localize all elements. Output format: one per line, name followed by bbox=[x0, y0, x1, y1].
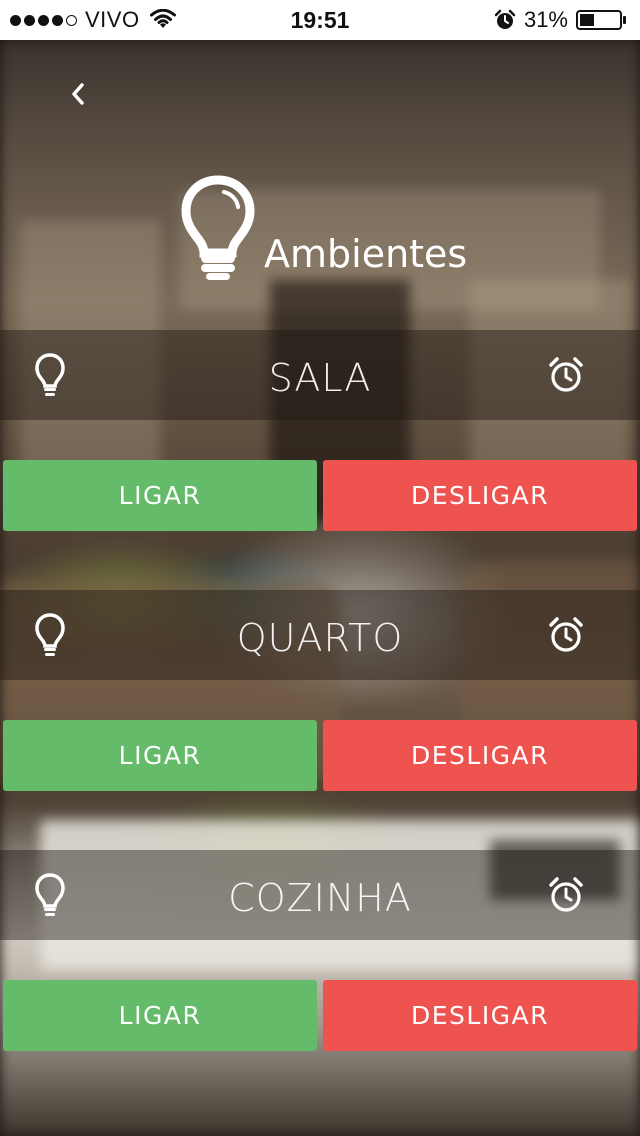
lightbulb-icon bbox=[181, 175, 255, 280]
battery-icon bbox=[576, 10, 626, 30]
back-button[interactable] bbox=[58, 72, 98, 116]
room-name: COZINHA bbox=[228, 876, 412, 920]
room-name: QUARTO bbox=[236, 616, 404, 660]
turn-off-button-quarto[interactable]: DESLIGAR bbox=[323, 720, 637, 791]
alarm-clock-icon[interactable] bbox=[548, 876, 584, 914]
turn-off-button-cozinha[interactable]: DESLIGAR bbox=[323, 980, 637, 1051]
turn-off-button-sala[interactable]: DESLIGAR bbox=[323, 460, 637, 531]
battery-percent: 31% bbox=[523, 7, 568, 32]
turn-on-button-sala[interactable]: LIGAR bbox=[3, 460, 317, 531]
room-row-cozinha: COZINHA bbox=[0, 850, 640, 940]
room-row-sala: SALA bbox=[0, 330, 640, 420]
page-header: Ambientes bbox=[180, 172, 467, 282]
status-bar: VIVO 19:51 31% bbox=[0, 0, 640, 40]
alarm-clock-icon[interactable] bbox=[548, 616, 584, 654]
room-row-quarto: QUARTO bbox=[0, 590, 640, 680]
alarm-status-icon bbox=[494, 9, 516, 29]
turn-on-button-cozinha[interactable]: LIGAR bbox=[3, 980, 317, 1051]
chevron-left-icon bbox=[72, 83, 84, 105]
page-title: Ambientes bbox=[264, 232, 468, 276]
turn-on-button-quarto[interactable]: LIGAR bbox=[3, 720, 317, 791]
room-name: SALA bbox=[268, 356, 372, 400]
alarm-clock-icon[interactable] bbox=[548, 356, 584, 394]
